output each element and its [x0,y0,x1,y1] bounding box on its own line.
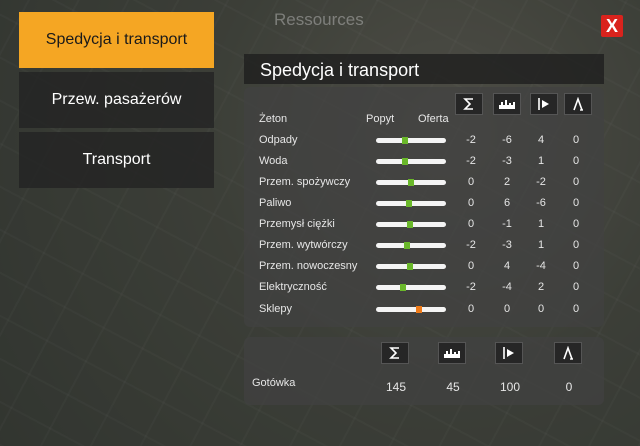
skyline-icon[interactable] [438,342,466,364]
cash-sum-value: 145 [385,380,407,394]
slider-knob [406,200,412,207]
lambda-icon[interactable] [564,93,592,115]
slider-knob [400,284,406,291]
lambda-value: 0 [572,134,580,146]
token-header: Żeton [259,113,288,125]
demand-supply-slider [376,306,446,313]
lambda-value: 0 [572,176,580,188]
demand-supply-slider [376,284,446,291]
sum-value: 0 [467,303,475,315]
skyline-value: -3 [502,239,512,251]
skyline-value: 0 [503,303,511,315]
demand-supply-slider [376,137,446,144]
lambda-value: 0 [572,303,580,315]
resource-name: Sklepy [259,303,293,315]
sum-value: -2 [466,239,476,251]
lambda-value: 0 [572,260,580,272]
skyline-icon[interactable] [493,93,521,115]
sigma-icon[interactable] [455,93,483,115]
skyline-value: -3 [502,155,512,167]
tab-freight-transport[interactable]: Spedycja i transport [19,12,214,68]
window-title: Ressources [274,10,364,29]
resource-name: Przem. wytwórczy [259,239,348,251]
supply-header: Oferta [418,113,449,125]
cash-label: Gotówka [252,377,296,389]
lambda-value: 0 [572,281,580,293]
slider-knob [416,306,422,313]
resource-name: Paliwo [259,197,292,209]
sum-value: -2 [466,134,476,146]
demand-supply-slider [376,200,446,207]
resource-name: Woda [259,155,288,167]
sum-value: 0 [467,176,475,188]
close-button[interactable]: X [601,15,623,37]
slider-knob [408,179,414,186]
cash-panel [244,337,604,405]
demand-supply-slider [376,158,446,165]
arrow-value: 0 [537,303,545,315]
sigma-icon[interactable] [381,342,409,364]
resource-name: Przem. nowoczesny [259,260,358,272]
sum-value: -2 [466,155,476,167]
arrow-value: -2 [536,176,546,188]
slider-knob [407,263,413,270]
skyline-value: 2 [503,176,511,188]
demand-supply-slider [376,221,446,228]
demand-supply-slider [376,263,446,270]
arrow-right-icon[interactable] [495,342,523,364]
lambda-value: 0 [572,218,580,230]
slider-knob [407,221,413,228]
sum-value: -2 [466,281,476,293]
arrow-value: 2 [537,281,545,293]
skyline-value: -6 [502,134,512,146]
cash-skyline-value: 45 [446,380,460,394]
arrow-value: 1 [537,218,545,230]
lambda-value: 0 [572,239,580,251]
cash-lambda-value: 0 [565,380,573,394]
sum-value: 0 [467,197,475,209]
demand-supply-slider [376,242,446,249]
skyline-value: 4 [503,260,511,272]
arrow-right-icon[interactable] [530,93,558,115]
lambda-value: 0 [572,155,580,167]
sum-value: 0 [467,260,475,272]
slider-knob [402,158,408,165]
sum-value: 0 [467,218,475,230]
resource-name: Elektryczność [259,281,327,293]
resource-name: Przem. spożywczy [259,176,351,188]
section-title: Spedycja i transport [244,54,604,84]
slider-knob [404,242,410,249]
arrow-value: -6 [536,197,546,209]
slider-knob [402,137,408,144]
demand-header: Popyt [366,113,395,125]
skyline-value: 6 [503,197,511,209]
resource-name: Przemysł ciężki [259,218,335,230]
resource-name: Odpady [259,134,298,146]
demand-supply-slider [376,179,446,186]
lambda-icon[interactable] [554,342,582,364]
skyline-value: -4 [502,281,512,293]
arrow-value: 1 [537,239,545,251]
arrow-value: 1 [537,155,545,167]
arrow-value: 4 [537,134,545,146]
arrow-value: -4 [536,260,546,272]
tab-transport[interactable]: Transport [19,132,214,188]
tab-passenger-transport[interactable]: Przew. pasażerów [19,72,214,128]
lambda-value: 0 [572,197,580,209]
skyline-value: -1 [502,218,512,230]
cash-arrow-value: 100 [499,380,521,394]
